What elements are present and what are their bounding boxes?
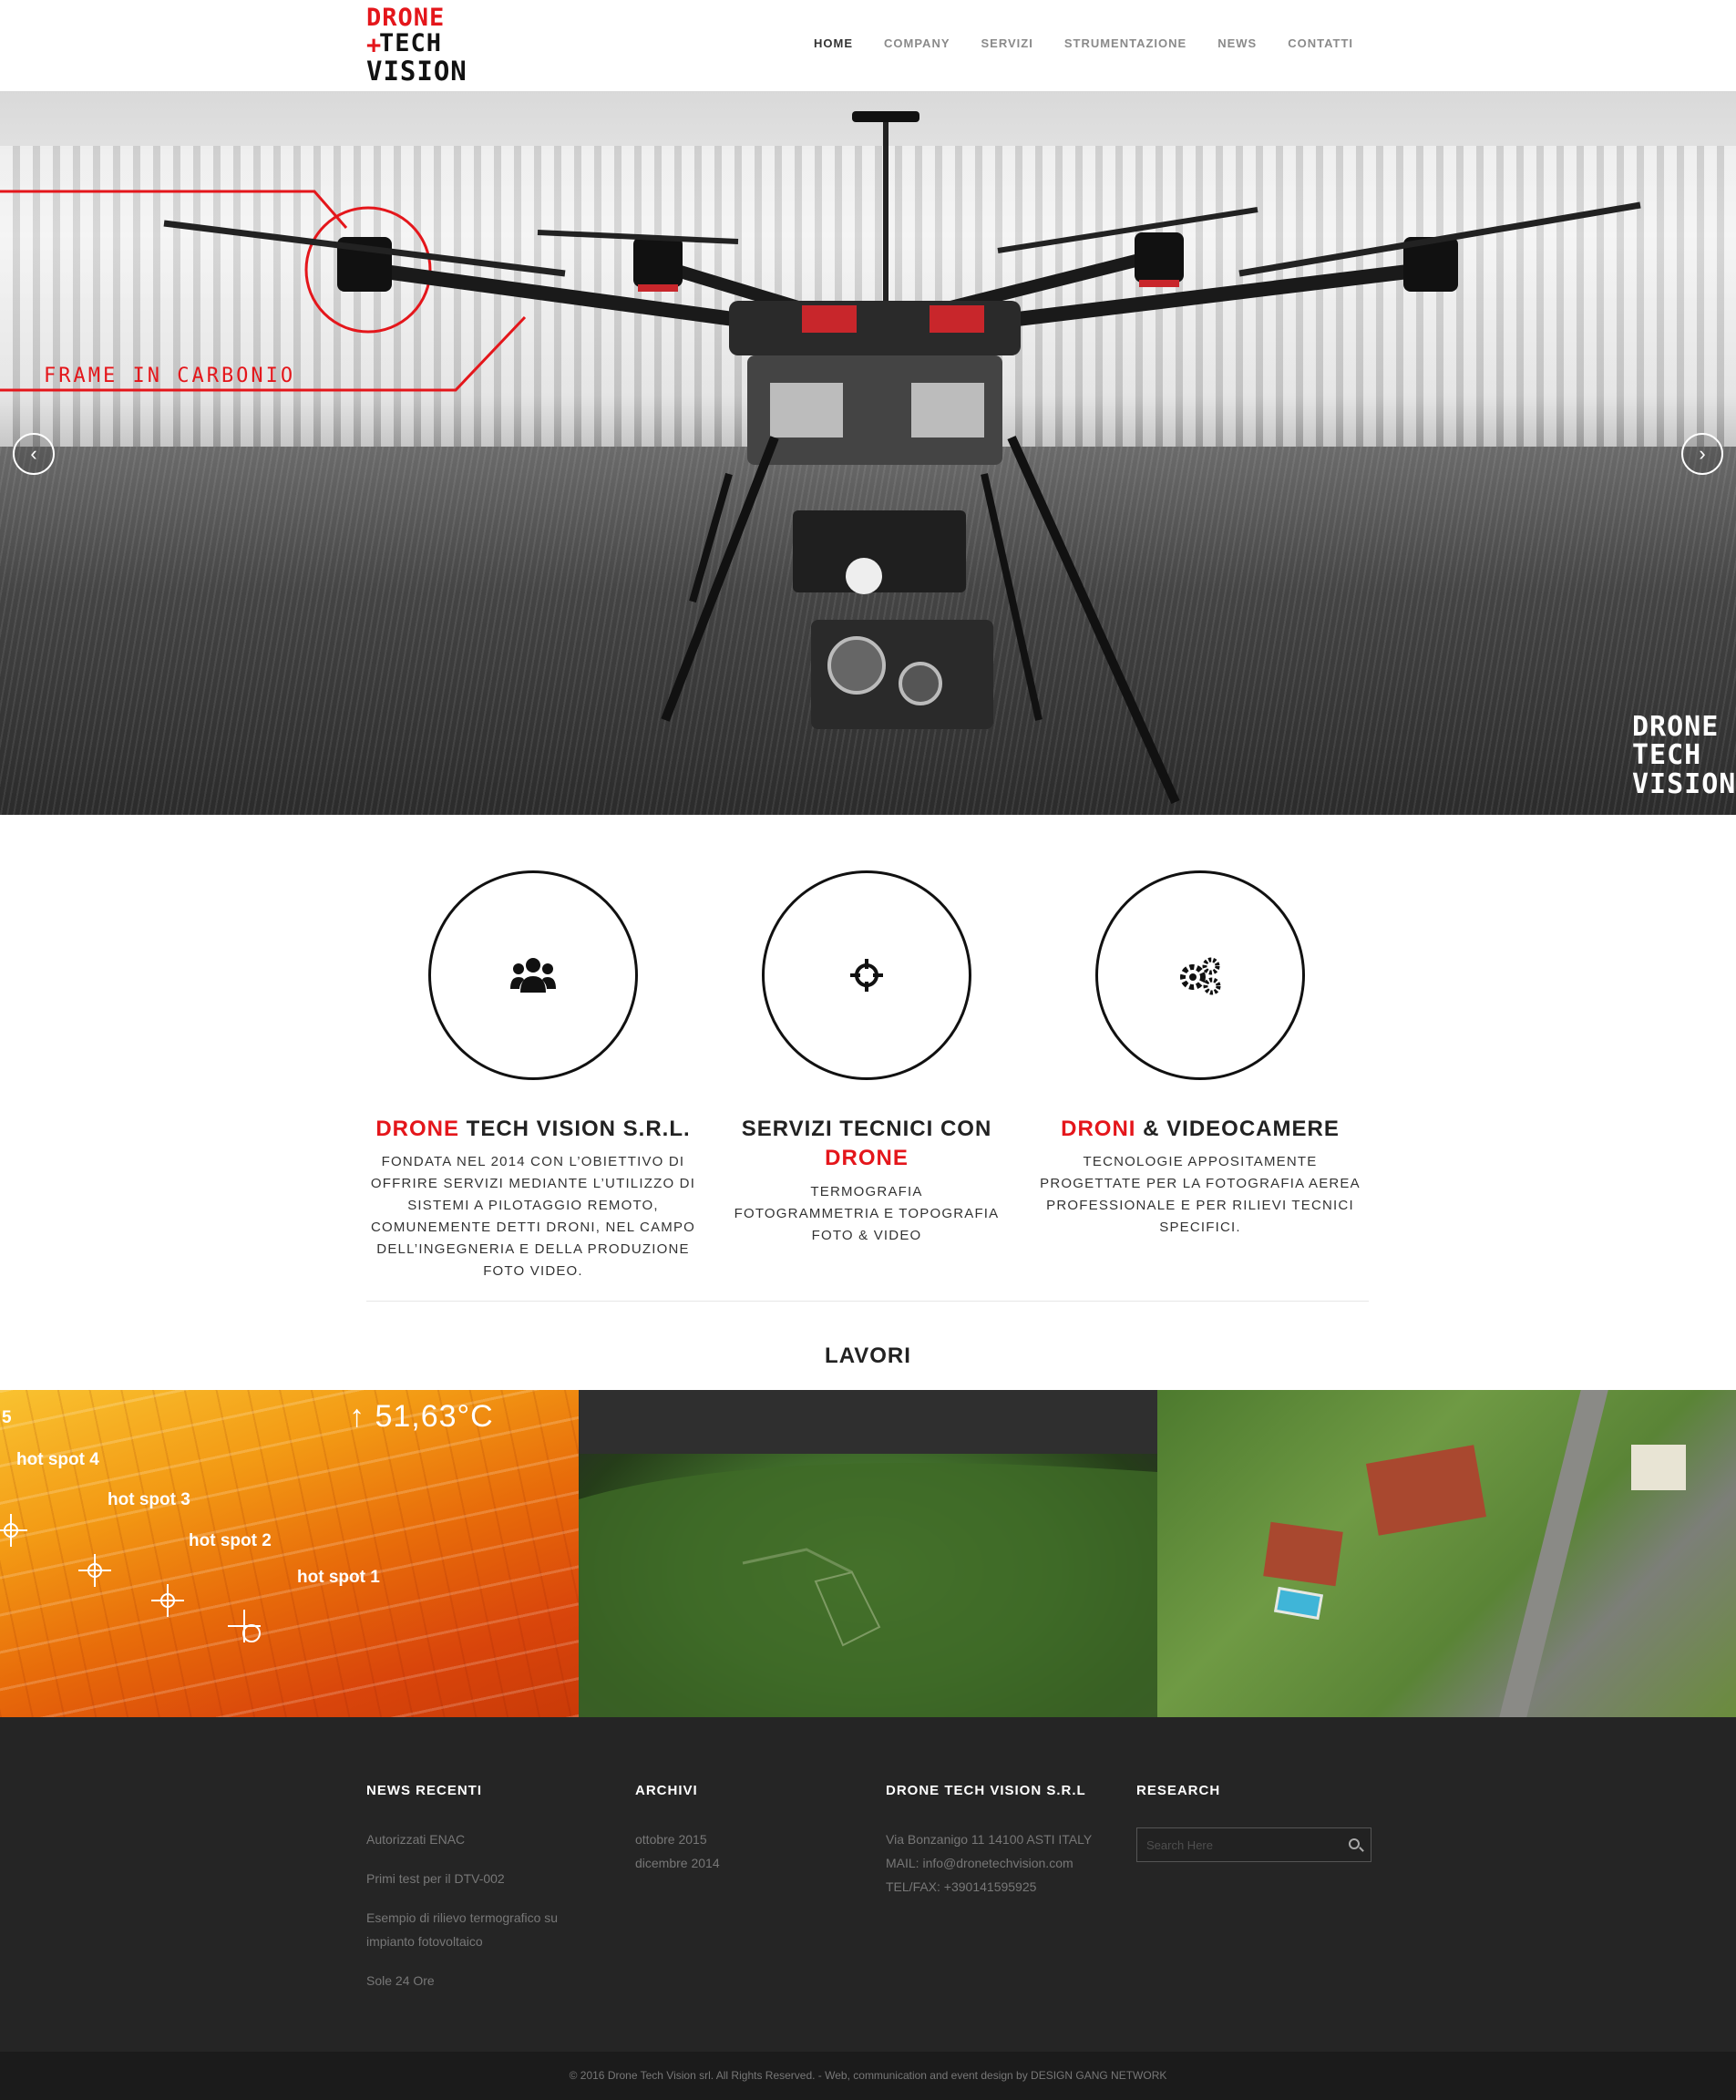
hero-slider: FRAME IN CARBONIO DRONE TECH VISION ‹ › — [0, 91, 1736, 815]
footer-archive-title: ARCHIVI — [635, 1783, 698, 1798]
nav-item-servizi[interactable]: SERVIZI — [981, 36, 1033, 50]
footer-company: DRONE TECH VISION S.R.L Via Bonzanigo 11… — [886, 1783, 1123, 1899]
service-line-photogrammetry: FOTOGRAMMETRIA E TOPOGRAFIA — [734, 1205, 1000, 1221]
footer-news: NEWS RECENTI Autorizzati ENAC Primi test… — [366, 1783, 585, 2008]
feature-title-accent: DRONE — [375, 1117, 459, 1141]
aerial-house-roof — [1365, 1445, 1487, 1536]
feature-company: DRONE TECH VISION S.R.L. FONDATA NEL 201… — [369, 870, 697, 1282]
footer-news-link[interactable]: Primi test per il DTV-002 — [366, 1867, 585, 1890]
feature-drones: DRONI & VIDEOCAMERE TECNOLOGIE APPOSITAM… — [1036, 870, 1364, 1239]
logo-line-tech: + TECH — [366, 29, 443, 57]
hotspot-marker-icon — [78, 1554, 111, 1587]
footer-news-link[interactable]: Sole 24 Ore — [366, 1969, 585, 1992]
service-line-photo-video: FOTO & VIDEO — [811, 1227, 922, 1243]
feature-title-rest: & VIDEOCAMERE — [1135, 1117, 1340, 1141]
aerial-road — [1499, 1390, 1608, 1717]
hotspot-label: hot spot 4 — [16, 1450, 99, 1469]
feature-icon-circle[interactable] — [1095, 870, 1305, 1080]
feature-icon-circle[interactable] — [428, 870, 638, 1080]
logo-line-vision: VISION — [366, 56, 467, 87]
footer-news-link[interactable]: Autorizzati ENAC — [366, 1827, 585, 1851]
feature-title-rest: TECH VISION S.R.L. — [458, 1117, 691, 1141]
hero-drone-illustration — [0, 111, 1641, 805]
feature-title-accent: DRONI — [1061, 1117, 1136, 1141]
work-photogrammetry[interactable] — [579, 1390, 1157, 1717]
thermal-corner-digit: 5 — [2, 1408, 12, 1427]
service-line-thermography: TERMOGRAFIA — [810, 1183, 923, 1199]
watermark-line-tech: TECH — [1632, 739, 1702, 771]
nav-item-strumentazione[interactable]: STRUMENTAZIONE — [1064, 36, 1186, 50]
hero-watermark-logo: DRONE TECH VISION — [1632, 710, 1736, 800]
feature-services: SERVIZI TECNICI CON DRONE TERMOGRAFIA FOT… — [703, 870, 1031, 1247]
hotspot-marker-icon — [228, 1610, 275, 1657]
feature-title: SERVIZI TECNICI CON DRONE — [703, 1115, 1031, 1174]
feature-title: DRONE TECH VISION S.R.L. — [369, 1115, 697, 1144]
feature-description: TECNOLOGIE APPOSITAMENTE PROGETTATE PER … — [1040, 1154, 1361, 1236]
works-title: LAVORI — [825, 1343, 911, 1368]
footer-archive-link[interactable]: ottobre 2015 — [635, 1827, 836, 1851]
work-thermography[interactable]: ↑ 51,63°C 5 hot spot 4 hot spot 3 hot sp… — [0, 1390, 579, 1717]
search-icon[interactable] — [1349, 1838, 1360, 1849]
nav-item-home[interactable]: HOME — [814, 36, 853, 50]
temperature-readout: ↑ 51,63°C — [349, 1399, 494, 1434]
terrain-model-illustration — [579, 1463, 1157, 1717]
search-input[interactable] — [1137, 1828, 1338, 1861]
crosshair-icon — [850, 959, 883, 992]
nav-item-news[interactable]: NEWS — [1217, 36, 1257, 50]
chevron-right-icon: › — [1699, 442, 1706, 465]
nav-item-company[interactable]: COMPANY — [884, 36, 950, 50]
footer-phone: TEL/FAX: +390141595925 — [886, 1879, 1037, 1894]
hotspot-label: hot spot 2 — [189, 1531, 272, 1550]
hero-callout-label: FRAME IN CARBONIO — [44, 365, 296, 387]
footer-research: RESEARCH — [1136, 1783, 1373, 1862]
footer-news-title: NEWS RECENTI — [366, 1783, 483, 1798]
features-section: DRONE TECH VISION S.R.L. FONDATA NEL 201… — [0, 870, 1736, 1281]
site-footer: NEWS RECENTI Autorizzati ENAC Primi test… — [0, 1717, 1736, 2052]
footer-search — [1136, 1827, 1371, 1862]
chevron-left-icon: ‹ — [30, 442, 37, 465]
footer-research-title: RESEARCH — [1136, 1783, 1221, 1798]
footer-company-title: DRONE TECH VISION S.R.L — [886, 1783, 1086, 1798]
logo-cross-icon: + — [366, 31, 383, 59]
hotspot-marker-icon — [151, 1584, 184, 1617]
logo-tech-text: TECH — [379, 29, 443, 57]
copyright-bar: © 2016 Drone Tech Vision srl. All Rights… — [0, 2052, 1736, 2100]
watermark-line-drone: DRONE — [1632, 710, 1720, 743]
aerial-pool — [1273, 1586, 1324, 1621]
feature-icon-circle[interactable] — [762, 870, 971, 1080]
slider-next-button[interactable]: › — [1681, 433, 1723, 475]
feature-description: FONDATA NEL 2014 CON L’OBIETTIVO DI OFFR… — [370, 1154, 696, 1280]
logo[interactable]: DRONE + TECH VISION — [366, 4, 467, 88]
footer-address: Via Bonzanigo 11 14100 ASTI ITALY — [886, 1832, 1093, 1847]
copyright-text: © 2016 Drone Tech Vision srl. All Rights… — [569, 2069, 1167, 2082]
feature-title-rest: SERVIZI TECNICI CON — [741, 1117, 992, 1141]
hotspot-label: hot spot 1 — [297, 1568, 380, 1587]
hotspot-marker-icon — [0, 1514, 27, 1547]
aerial-house-roof — [1631, 1445, 1686, 1490]
main-nav: HOME COMPANY SERVIZI STRUMENTAZIONE NEWS… — [814, 36, 1353, 50]
watermark-line-vision: VISION — [1632, 767, 1736, 800]
gears-icon — [1180, 957, 1221, 995]
section-divider — [366, 1301, 1369, 1302]
feature-title: DRONI & VIDEOCAMERE — [1036, 1115, 1364, 1144]
users-icon — [510, 958, 556, 993]
slider-prev-button[interactable]: ‹ — [13, 433, 55, 475]
logo-line-drone: DRONE — [366, 4, 446, 32]
work-aerial-photo[interactable] — [1157, 1390, 1736, 1717]
works-gallery: ↑ 51,63°C 5 hot spot 4 hot spot 3 hot sp… — [0, 1390, 1736, 1717]
hotspot-label: hot spot 3 — [108, 1490, 190, 1509]
footer-archive-link[interactable]: dicembre 2014 — [635, 1851, 836, 1875]
feature-title-accent: DRONE — [825, 1146, 909, 1171]
footer-archive: ARCHIVI ottobre 2015 dicembre 2014 — [635, 1783, 836, 1875]
footer-news-link[interactable]: Esempio di rilievo termografico su impia… — [366, 1906, 585, 1953]
footer-mail[interactable]: MAIL: info@dronetechvision.com — [886, 1851, 1123, 1875]
feature-description: TERMOGRAFIA FOTOGRAMMETRIA E TOPOGRAFIA … — [703, 1181, 1031, 1247]
site-header: DRONE + TECH VISION HOME COMPANY SERVIZI … — [0, 0, 1736, 91]
nav-item-contatti[interactable]: CONTATTI — [1288, 36, 1353, 50]
aerial-house-roof — [1263, 1521, 1343, 1587]
